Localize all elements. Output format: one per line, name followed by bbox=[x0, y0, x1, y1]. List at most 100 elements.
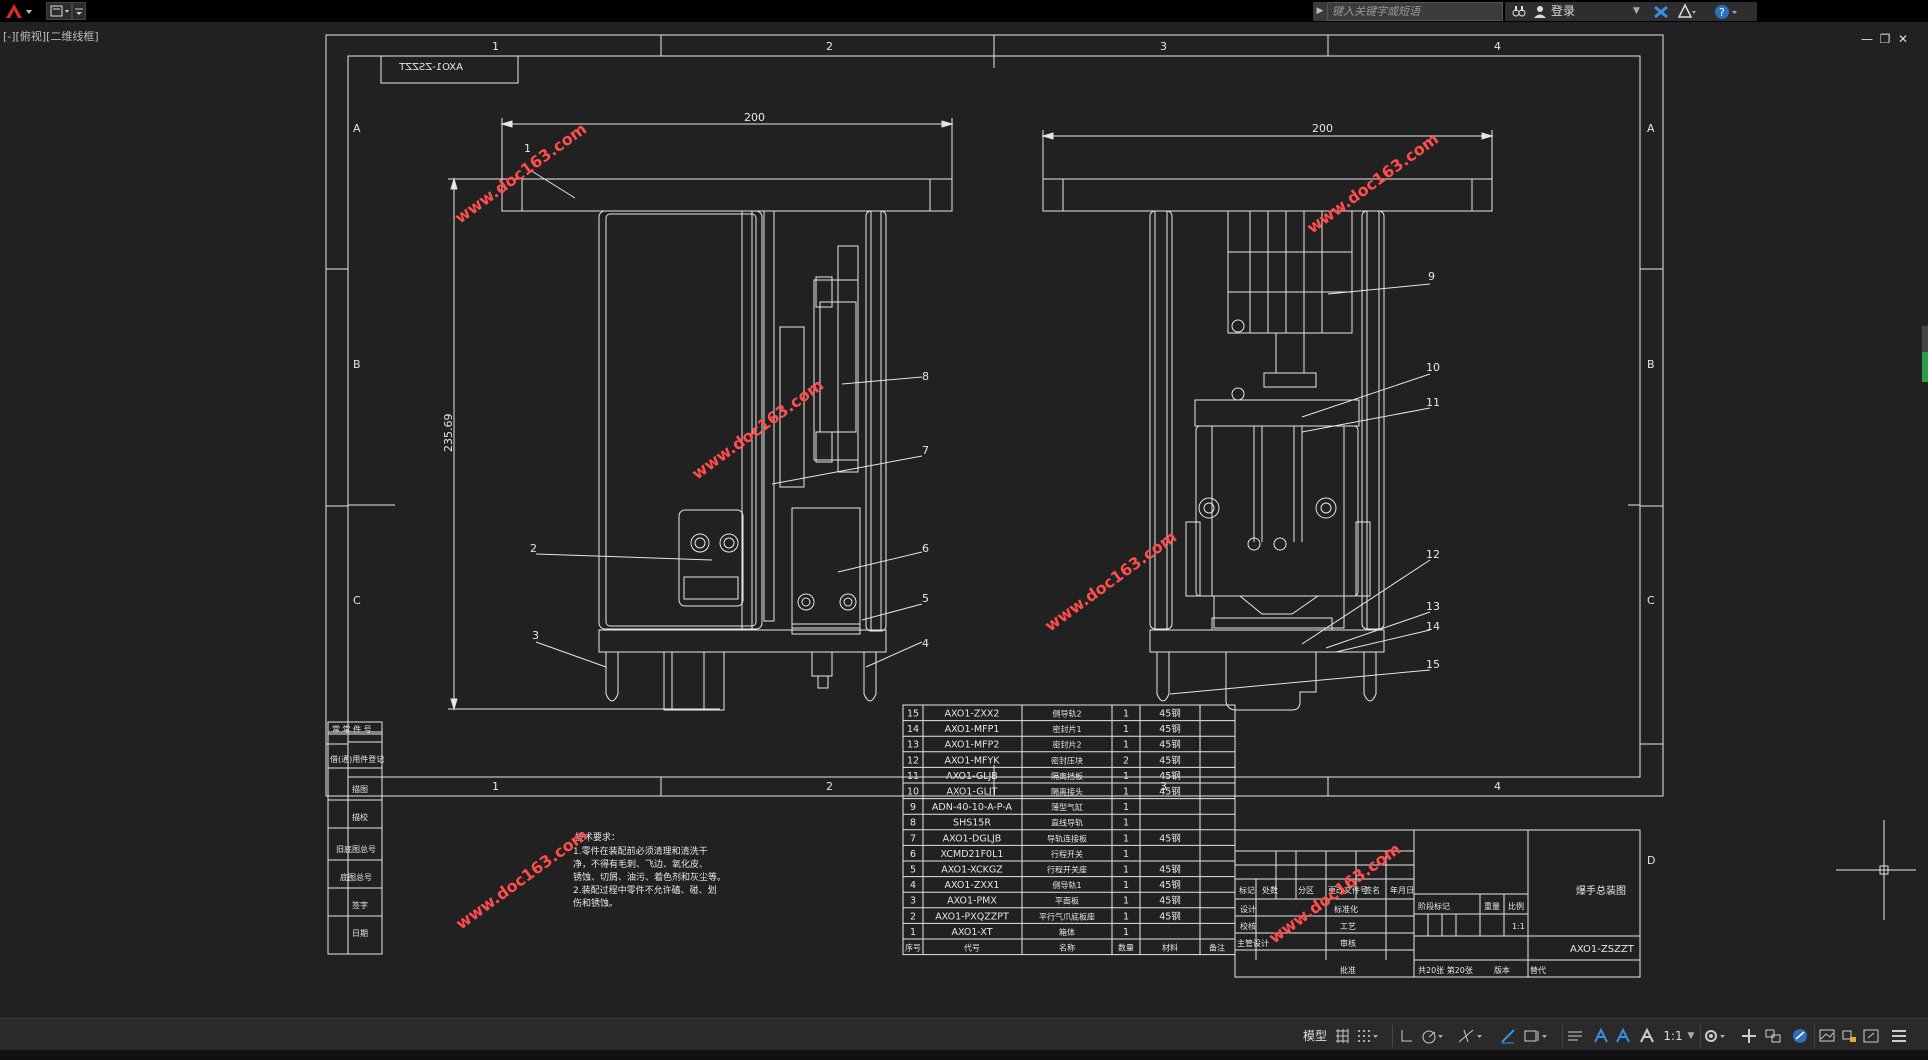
row-label-c: C bbox=[353, 594, 361, 607]
bom-cell: AXO1-GLJT bbox=[947, 787, 998, 798]
balloon-14: 14 bbox=[1426, 620, 1440, 633]
bom-cell: 导轨连接板 bbox=[1047, 833, 1087, 843]
plus-icon[interactable] bbox=[1740, 1027, 1758, 1045]
annotation-scale-icon[interactable] bbox=[1638, 1027, 1656, 1045]
bom-cell: 9 bbox=[910, 802, 916, 813]
bom-cell: 45钢 bbox=[1159, 910, 1181, 922]
left-strip-label-3: 描校 bbox=[352, 812, 368, 822]
search-expand-icon[interactable]: ▶ bbox=[1313, 2, 1327, 21]
stage-label: 阶段标记 bbox=[1418, 901, 1450, 911]
tech-notes-line-4: 2.装配过程中零件不允许磕、碰、划 bbox=[573, 884, 717, 896]
polar-tracking-icon[interactable] bbox=[1420, 1027, 1446, 1045]
left-strip-top-label: 常 常 件 号 bbox=[332, 724, 372, 734]
row-label-a-right: A bbox=[1647, 122, 1655, 135]
selection-cycling-icon[interactable] bbox=[1522, 1027, 1552, 1045]
balloon-10: 10 bbox=[1426, 361, 1440, 374]
bom-cell: 1 bbox=[1123, 787, 1129, 798]
bom-cell: 1 bbox=[1123, 709, 1129, 720]
watermark-6: www.doc163.com bbox=[1265, 839, 1404, 947]
bom-header-cell: 数量 bbox=[1118, 943, 1134, 953]
bom-cell: 隔离挡板 bbox=[1051, 771, 1083, 781]
balloon-8: 8 bbox=[922, 370, 929, 383]
bom-cell: 8 bbox=[910, 818, 916, 829]
bom-cell: 侧导轨1 bbox=[1052, 880, 1081, 890]
binoculars-icon[interactable] bbox=[1511, 2, 1527, 21]
bom-cell: 1 bbox=[1123, 896, 1129, 907]
ortho-icon[interactable] bbox=[1398, 1027, 1414, 1045]
left-strip-label-4: 旧底图总号 bbox=[336, 844, 376, 854]
bom-cell: 薄型气缸 bbox=[1051, 802, 1083, 812]
bom-cell: AXO1-XT bbox=[951, 927, 992, 938]
scale-dropdown-icon[interactable]: ▼ bbox=[1686, 1027, 1696, 1045]
customization-menu-icon[interactable] bbox=[1890, 1027, 1908, 1045]
tech-notes-line-1: 1.零件在装配前必须清理和清洗干 bbox=[573, 845, 708, 857]
bom-cell: 1 bbox=[1123, 880, 1129, 891]
watermarks: www.doc163.com www.doc163.com www.doc163… bbox=[451, 119, 1442, 947]
auto-scale-icon[interactable] bbox=[1614, 1027, 1632, 1045]
bom-cell: 45钢 bbox=[1159, 879, 1181, 891]
column-label-3: 3 bbox=[1160, 40, 1167, 53]
balloon-3: 3 bbox=[532, 629, 539, 642]
balloon-7: 7 bbox=[922, 444, 929, 457]
user-icon[interactable] bbox=[1533, 2, 1547, 21]
watermark-5: www.doc163.com bbox=[452, 825, 591, 933]
clean-screen-icon[interactable] bbox=[1862, 1027, 1880, 1045]
quick-access-dropdown-icon[interactable] bbox=[72, 2, 86, 20]
row-label-c-right: C bbox=[1647, 594, 1655, 607]
bom-cell: 45钢 bbox=[1159, 708, 1181, 720]
tech-notes-line-5: 伤和锈蚀。 bbox=[573, 897, 618, 909]
dimension-right-width: 200 bbox=[1312, 122, 1333, 135]
process-label-standard: 标准化 bbox=[1334, 904, 1358, 914]
lock-ui-icon[interactable] bbox=[1840, 1027, 1858, 1045]
bom-cell: 密封片2 bbox=[1052, 740, 1081, 750]
bom-cell: 7 bbox=[910, 833, 916, 844]
tech-notes-line-3: 锈蚀、切屑、油污、着色剂和灰尘等。 bbox=[573, 871, 726, 883]
login-button[interactable]: 登录 bbox=[1551, 2, 1621, 21]
help-icon[interactable]: ? bbox=[1713, 2, 1739, 21]
lineweight-icon[interactable] bbox=[1500, 1027, 1516, 1045]
sign-label-chief: 主管设计 bbox=[1237, 938, 1269, 948]
left-strip-label-7: 日期 bbox=[352, 929, 368, 938]
column-label-1: 1 bbox=[492, 40, 499, 53]
quick-access-toolbar-button[interactable] bbox=[46, 2, 72, 20]
autodesk-360-icon[interactable] bbox=[1677, 2, 1697, 21]
balloon-6: 6 bbox=[922, 542, 929, 555]
balloon-numbers-left: 1 2 3 4 5 6 7 8 bbox=[524, 142, 929, 650]
column-label-4: 4 bbox=[1494, 40, 1501, 53]
properties-icon[interactable] bbox=[1566, 1027, 1584, 1045]
isolate-objects-icon[interactable] bbox=[1764, 1027, 1782, 1045]
exchange-apps-icon[interactable] bbox=[1653, 2, 1669, 21]
login-dropdown-icon[interactable]: ▼ bbox=[1633, 2, 1643, 21]
sign-row-label-1: 标记 bbox=[1239, 885, 1255, 895]
bom-cell: 1 bbox=[1123, 911, 1129, 922]
dimension-left-width: 200 bbox=[744, 111, 765, 124]
workspace-gear-icon[interactable] bbox=[1702, 1027, 1728, 1045]
bom-cell: 隔离接头 bbox=[1051, 787, 1083, 797]
drawing-canvas[interactable]: 1 2 3 4 1 2 3 4 A B C A B C D AXO1-ZSZZT… bbox=[0, 22, 1928, 1018]
bom-cell: 15 bbox=[907, 709, 919, 720]
model-space-button[interactable]: 模型 bbox=[1300, 1027, 1330, 1045]
search-input[interactable]: 键入关键字或短语 bbox=[1327, 2, 1503, 21]
graphics-performance-icon[interactable] bbox=[1818, 1027, 1836, 1045]
dimension-left-height: 235.69 bbox=[442, 414, 455, 453]
bom-cell: AXO1-MFP2 bbox=[945, 740, 1000, 751]
balloon-leaders-left bbox=[529, 169, 923, 668]
object-snap-tracking-icon[interactable] bbox=[1456, 1027, 1486, 1045]
grid-icon[interactable] bbox=[1334, 1027, 1350, 1045]
bom-cell: 45钢 bbox=[1159, 895, 1181, 907]
annotation-visibility-icon[interactable] bbox=[1592, 1027, 1610, 1045]
bom-cell: 2 bbox=[910, 911, 916, 922]
bom-cell: AXO1-ZXX1 bbox=[945, 880, 1000, 891]
bom-cell: 直线导轨 bbox=[1051, 818, 1083, 828]
hardware-acceleration-icon[interactable] bbox=[1790, 1027, 1810, 1045]
bom-cell: 6 bbox=[910, 849, 916, 860]
bom-cell: 平面板 bbox=[1055, 896, 1079, 906]
bom-cell: 1 bbox=[1123, 771, 1129, 782]
bom-cell: 45钢 bbox=[1159, 723, 1181, 735]
scale-dropdown[interactable]: 1:1 bbox=[1660, 1027, 1686, 1045]
row-label-b-right: B bbox=[1647, 358, 1655, 371]
side-panel-tab-active[interactable] bbox=[1922, 352, 1928, 382]
snap-mode-icon[interactable] bbox=[1356, 1027, 1380, 1045]
autocad-app-menu-button[interactable] bbox=[2, 2, 42, 20]
bom-cell: 侧导轨2 bbox=[1052, 709, 1081, 719]
